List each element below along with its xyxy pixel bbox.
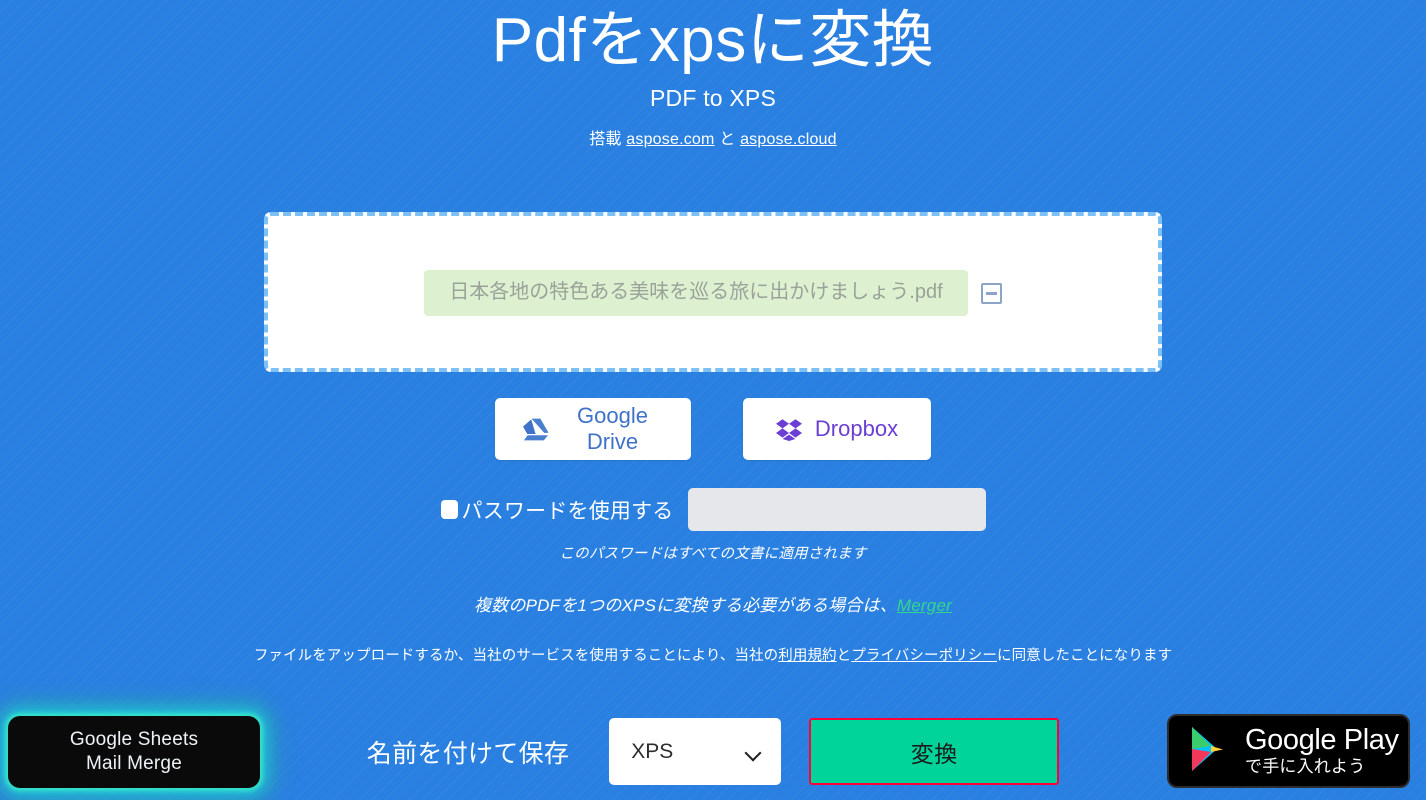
- terms-notice: ファイルをアップロードするか、当社のサービスを使用することにより、当社の利用規約…: [254, 644, 1172, 665]
- dropbox-button[interactable]: Dropbox: [743, 398, 931, 461]
- google-play-text: Google Play で手に入れよう: [1245, 723, 1399, 778]
- ad-google-sheets-mail-merge[interactable]: Google Sheets Mail Merge: [8, 716, 260, 788]
- terms-text-part3: に同意したことになります: [996, 648, 1173, 665]
- merger-link[interactable]: Merger: [897, 596, 952, 615]
- aspose-cloud-link[interactable]: aspose.cloud: [740, 131, 837, 148]
- password-row: パスワードを使用する: [440, 488, 986, 532]
- google-play-title: Google Play: [1245, 723, 1399, 756]
- convert-button[interactable]: 変換: [809, 718, 1060, 785]
- output-format-select[interactable]: XPS: [609, 718, 782, 785]
- ad-left-line-2: Mail Merge: [86, 753, 182, 774]
- google-drive-label: Google Drive: [577, 403, 648, 455]
- privacy-policy-link[interactable]: プライバシーポリシー: [851, 648, 997, 664]
- use-password-checkbox-wrap[interactable]: パスワードを使用する: [440, 495, 674, 525]
- aspose-com-link[interactable]: aspose.com: [626, 131, 714, 148]
- powered-by-conjunction: と: [719, 131, 736, 149]
- google-play-subtitle: で手に入れよう: [1245, 757, 1366, 777]
- powered-by-prefix: 搭載: [589, 131, 622, 149]
- page-root: Pdfをxpsに変換 PDF to XPS 搭載 aspose.com と as…: [0, 0, 1426, 800]
- terms-text-part2: と: [836, 648, 852, 665]
- dropbox-label: Dropbox: [814, 416, 899, 442]
- terms-text-part1: ファイルをアップロードするか、当社のサービスを使用することにより、当社の: [253, 648, 779, 665]
- file-dropzone[interactable]: 日本各地の特色ある美味を巡る旅に出かけましょう.pdf: [264, 212, 1162, 373]
- uploaded-file-row: 日本各地の特色ある美味を巡る旅に出かけましょう.pdf: [424, 270, 1002, 317]
- page-title: Pdfをxpsに変換: [491, 6, 935, 75]
- terms-of-use-link[interactable]: 利用規約: [778, 648, 836, 664]
- merger-note: 複数のPDFを1つのXPSに変換する必要がある場合は、Merger: [474, 591, 952, 616]
- save-as-label: 名前を付けて保存: [366, 739, 570, 768]
- google-drive-button[interactable]: Google Drive: [495, 398, 691, 461]
- use-password-checkbox[interactable]: [440, 500, 458, 520]
- google-drive-icon: [523, 418, 549, 441]
- page-subtitle: PDF to XPS: [650, 85, 776, 112]
- merger-note-text: 複数のPDFを1つのXPSに変換する必要がある場合は、: [474, 596, 897, 616]
- password-input[interactable]: [687, 488, 986, 532]
- uploaded-file-name: 日本各地の特色ある美味を巡る旅に出かけましょう.pdf: [424, 270, 968, 317]
- use-password-label: パスワードを使用する: [461, 499, 674, 523]
- minus-square-icon[interactable]: [980, 282, 1002, 304]
- cloud-source-buttons: Google Drive Dropbox: [495, 398, 931, 461]
- ad-left-line-1: Google Sheets: [69, 729, 199, 751]
- dropbox-icon: [775, 418, 802, 441]
- google-play-icon: [1189, 725, 1233, 778]
- password-hint: このパスワードはすべての文書に適用されます: [559, 546, 867, 563]
- chevron-down-icon: [746, 747, 761, 756]
- powered-by-line: 搭載 aspose.com と aspose.cloud: [0, 125, 1426, 149]
- page-header: Pdfをxpsに変換 PDF to XPS 搭載 aspose.com と as…: [0, 0, 1426, 149]
- output-format-value: XPS: [631, 739, 674, 763]
- google-play-badge[interactable]: Google Play で手に入れよう: [1167, 714, 1410, 788]
